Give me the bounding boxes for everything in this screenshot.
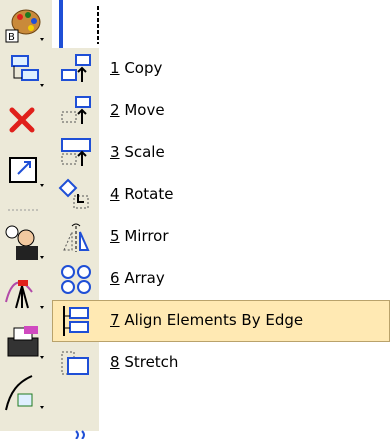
stretch-icon (56, 346, 96, 380)
left-toolbar: B (0, 0, 52, 431)
menu-item-label: 8 Stretch (110, 353, 179, 371)
move-icon (56, 94, 96, 128)
menu-item-move[interactable]: 2 Move (52, 90, 390, 132)
menu-item-mirror[interactable]: 5 Mirror (52, 216, 390, 258)
active-indicator (59, 0, 63, 48)
menu-item-label: 5 Mirror (110, 227, 169, 245)
menu-item-label: 6 Array (110, 269, 165, 287)
separator-grip[interactable] (2, 204, 46, 216)
menu-item-array[interactable]: 6 Array (52, 258, 390, 300)
svg-text:B: B (8, 32, 15, 43)
manipulate-menu: 1 Copy 2 Move 3 Scale 4 Rotate 5 Mirror … (52, 48, 390, 440)
palette-icon[interactable]: B (2, 4, 46, 44)
manipulate-icon[interactable] (2, 50, 46, 90)
scale-icon (56, 136, 96, 170)
array-icon (56, 262, 96, 296)
menu-item-partial (52, 424, 390, 440)
copy-icon (56, 52, 96, 86)
menu-item-stretch[interactable]: 8 Stretch (52, 342, 390, 384)
surveyor-icon[interactable] (2, 272, 46, 312)
printer-icon[interactable] (2, 322, 46, 362)
curve-icon[interactable] (2, 372, 46, 412)
delete-icon[interactable] (2, 100, 46, 140)
menu-item-label: 4 Rotate (110, 185, 174, 203)
align-edge-icon (56, 304, 96, 338)
menu-item-label: 2 Move (110, 101, 165, 119)
measure-person-icon[interactable] (2, 222, 46, 262)
menu-item-scale[interactable]: 3 Scale (52, 132, 390, 174)
menu-item-align-elements-by-edge[interactable]: 7 Align Elements By Edge (52, 300, 390, 342)
text-caret (97, 6, 99, 44)
menu-item-copy[interactable]: 1 Copy (52, 48, 390, 90)
scale-tool-icon[interactable] (2, 150, 46, 190)
menu-item-label: 3 Scale (110, 143, 165, 161)
menu-item-label: 7 Align Elements By Edge (110, 311, 304, 329)
mirror-icon (56, 220, 96, 254)
rotate-icon (56, 178, 96, 212)
menu-item-label: 1 Copy (110, 59, 163, 77)
menu-item-rotate[interactable]: 4 Rotate (52, 174, 390, 216)
